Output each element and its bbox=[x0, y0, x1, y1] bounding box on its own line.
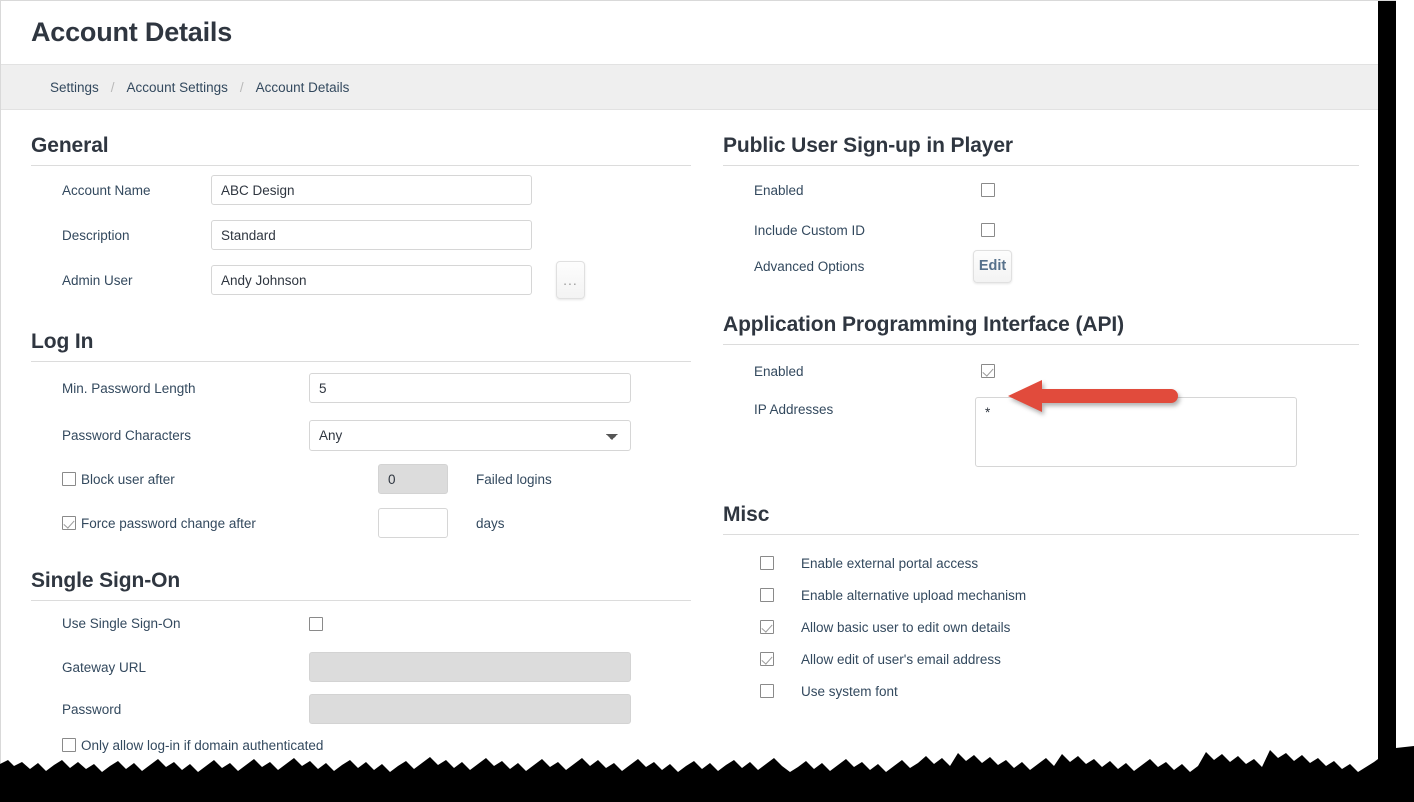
left-column: General Account Name Description Admin U… bbox=[31, 134, 691, 760]
misc-checkbox-list: Enable external portal access Enable alt… bbox=[723, 535, 1359, 707]
misc-checkbox-system-font[interactable] bbox=[760, 684, 774, 698]
field-row-account-name: Account Name bbox=[31, 166, 691, 214]
breadcrumb: Settings / Account Settings / Account De… bbox=[1, 64, 1396, 110]
misc-label: Allow basic user to edit own details bbox=[801, 619, 1011, 635]
field-row-password-characters: Password Characters Any bbox=[31, 414, 691, 457]
section-title-api: Application Programming Interface (API) bbox=[723, 313, 1359, 345]
label-use-sso: Use Single Sign-On bbox=[62, 616, 181, 631]
window-right-edge-notch bbox=[1374, 1, 1378, 11]
failed-logins-label: Failed logins bbox=[476, 471, 552, 487]
misc-label: Use system font bbox=[801, 683, 898, 699]
api-enabled-checkbox[interactable] bbox=[981, 364, 995, 378]
misc-checkbox-alt-upload[interactable] bbox=[760, 588, 774, 602]
sso-password-input[interactable] bbox=[309, 694, 631, 724]
field-row-admin-user: Admin User ... bbox=[31, 256, 691, 304]
domain-authenticated-label: Only allow log-in if domain authenticate… bbox=[81, 737, 324, 753]
misc-checkbox-edit-email[interactable] bbox=[760, 652, 774, 666]
field-row-signup-enabled: Enabled bbox=[723, 166, 1359, 214]
label-gateway-url: Gateway URL bbox=[62, 659, 147, 675]
field-row-ip-addresses: IP Addresses * bbox=[723, 397, 1359, 483]
description-input[interactable] bbox=[211, 220, 532, 250]
field-row-advanced-options: Advanced Options Edit bbox=[723, 246, 1359, 286]
field-row-description: Description bbox=[31, 214, 691, 256]
section-title-misc: Misc bbox=[723, 503, 1359, 535]
field-row-use-sso: Use Single Sign-On bbox=[31, 601, 691, 646]
block-user-checkbox[interactable] bbox=[62, 472, 76, 486]
force-password-change-label: Force password change after bbox=[81, 515, 256, 531]
block-user-checkbox-group[interactable]: Block user after bbox=[31, 472, 378, 487]
ip-addresses-textarea[interactable]: * bbox=[975, 397, 1297, 467]
page-title: Account Details bbox=[31, 17, 233, 47]
label-password-characters: Password Characters bbox=[62, 428, 192, 443]
force-password-change-checkbox[interactable] bbox=[62, 516, 76, 530]
right-column: Public User Sign-up in Player Enabled In… bbox=[723, 134, 1359, 760]
label-admin-user: Admin User bbox=[62, 272, 133, 288]
domain-authenticated-checkbox-group[interactable]: Only allow log-in if domain authenticate… bbox=[31, 738, 323, 753]
field-row-sso-password: Password bbox=[31, 688, 691, 730]
list-item[interactable]: Enable alternative upload mechanism bbox=[723, 579, 1359, 611]
breadcrumb-separator: / bbox=[110, 79, 115, 95]
section-title-general: General bbox=[31, 134, 691, 166]
include-custom-id-checkbox[interactable] bbox=[981, 223, 995, 237]
breadcrumb-item-settings[interactable]: Settings bbox=[50, 80, 99, 95]
field-row-min-password-length: Min. Password Length bbox=[31, 362, 691, 414]
field-row-block-user: Block user after Failed logins bbox=[31, 457, 691, 501]
section-single-sign-on: Single Sign-On Use Single Sign-On Gatewa… bbox=[31, 569, 691, 760]
section-public-signup: Public User Sign-up in Player Enabled In… bbox=[723, 134, 1359, 286]
list-item[interactable]: Allow basic user to edit own details bbox=[723, 611, 1359, 643]
label-signup-enabled: Enabled bbox=[754, 182, 804, 198]
window-right-edge bbox=[1378, 1, 1396, 802]
label-min-password-length: Min. Password Length bbox=[62, 380, 196, 396]
force-password-change-checkbox-group[interactable]: Force password change after bbox=[31, 516, 378, 531]
misc-checkbox-external-portal[interactable] bbox=[760, 556, 774, 570]
field-row-domain-authenticated: Only allow log-in if domain authenticate… bbox=[31, 730, 691, 760]
list-item[interactable]: Enable external portal access bbox=[723, 547, 1359, 579]
force-password-change-days-input[interactable] bbox=[378, 508, 448, 538]
section-title-login: Log In bbox=[31, 330, 691, 362]
password-characters-select[interactable]: Any bbox=[309, 420, 631, 451]
field-row-include-custom-id: Include Custom ID bbox=[723, 214, 1359, 246]
label-include-custom-id: Include Custom ID bbox=[754, 222, 866, 238]
block-user-label: Block user after bbox=[81, 471, 175, 487]
breadcrumb-item-account-settings[interactable]: Account Settings bbox=[127, 80, 228, 95]
section-api: Application Programming Interface (API) … bbox=[723, 313, 1359, 483]
breadcrumb-separator: / bbox=[239, 79, 244, 95]
section-misc: Misc Enable external portal access Enabl… bbox=[723, 503, 1359, 707]
list-item[interactable]: Allow edit of user's email address bbox=[723, 643, 1359, 675]
misc-label: Allow edit of user's email address bbox=[801, 651, 1001, 667]
field-row-api-enabled: Enabled bbox=[723, 345, 1359, 397]
section-login: Log In Min. Password Length Password Cha… bbox=[31, 330, 691, 545]
advanced-options-edit-button[interactable]: Edit bbox=[973, 249, 1012, 283]
settings-content: General Account Name Description Admin U… bbox=[1, 110, 1396, 760]
label-ip-addresses: IP Addresses bbox=[754, 402, 834, 417]
list-item[interactable]: Use system font bbox=[723, 675, 1359, 707]
section-title-single-sign-on: Single Sign-On bbox=[31, 569, 691, 601]
application-window: Account Details Settings / Account Setti… bbox=[0, 0, 1396, 802]
min-password-length-input[interactable] bbox=[309, 373, 631, 403]
account-name-input[interactable] bbox=[211, 175, 532, 205]
label-sso-password: Password bbox=[62, 701, 122, 717]
days-label: days bbox=[476, 515, 505, 531]
label-description: Description bbox=[62, 227, 130, 243]
domain-authenticated-checkbox[interactable] bbox=[62, 738, 76, 752]
breadcrumb-item-account-details[interactable]: Account Details bbox=[256, 80, 350, 95]
misc-label: Enable external portal access bbox=[801, 555, 979, 571]
admin-user-input[interactable] bbox=[211, 265, 532, 295]
admin-user-browse-button[interactable]: ... bbox=[556, 261, 585, 299]
page-header: Account Details bbox=[1, 1, 1396, 64]
block-user-count-input[interactable] bbox=[378, 464, 448, 494]
gateway-url-input[interactable] bbox=[309, 652, 631, 682]
misc-label: Enable alternative upload mechanism bbox=[801, 587, 1027, 603]
signup-enabled-checkbox[interactable] bbox=[981, 183, 995, 197]
field-row-force-password-change: Force password change after days bbox=[31, 501, 691, 545]
use-sso-checkbox[interactable] bbox=[309, 616, 323, 631]
misc-checkbox-basic-user-edit[interactable] bbox=[760, 620, 774, 634]
label-account-name: Account Name bbox=[62, 182, 151, 198]
section-title-public-signup: Public User Sign-up in Player bbox=[723, 134, 1359, 166]
section-general: General Account Name Description Admin U… bbox=[31, 134, 691, 304]
label-api-enabled: Enabled bbox=[754, 363, 804, 379]
field-row-gateway-url: Gateway URL bbox=[31, 646, 691, 688]
label-advanced-options: Advanced Options bbox=[754, 258, 865, 274]
